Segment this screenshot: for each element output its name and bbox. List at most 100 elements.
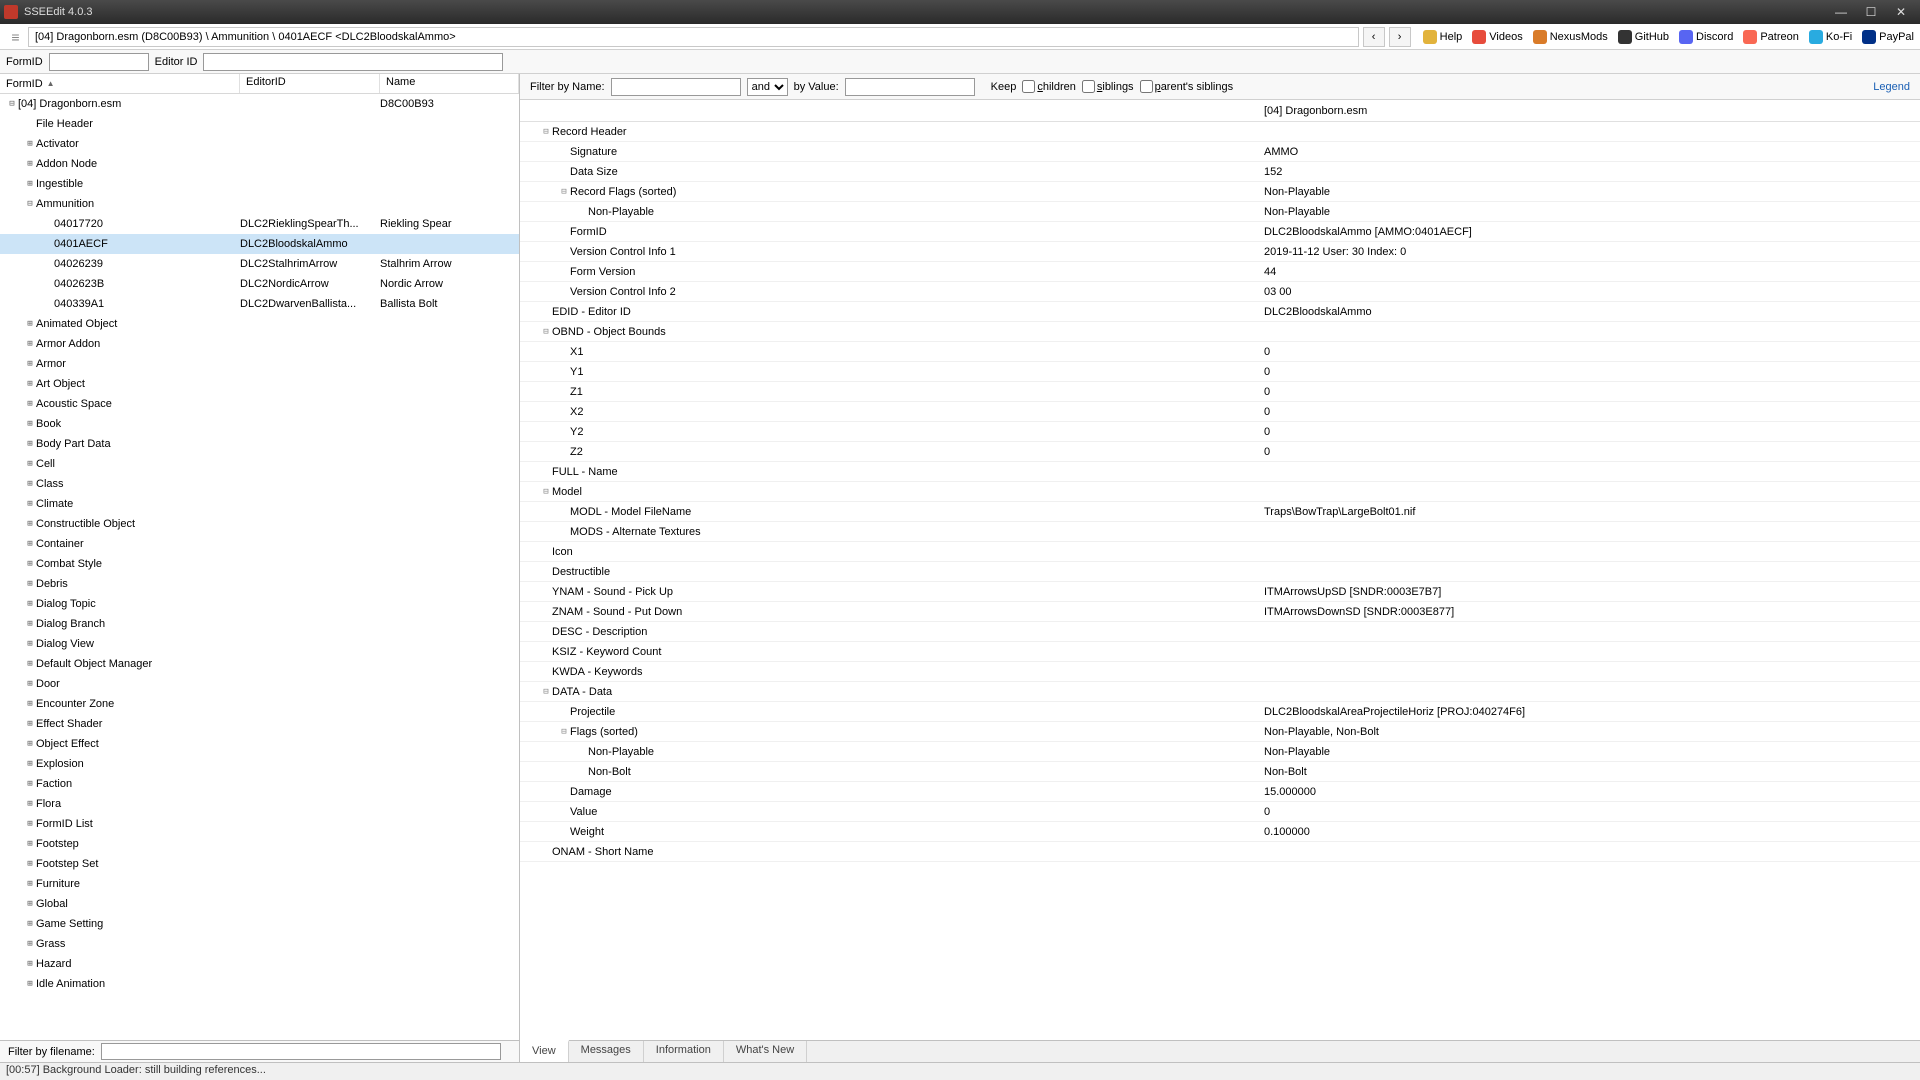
record-row[interactable]: FULL - Name <box>520 462 1920 482</box>
expand-icon[interactable]: ⊞ <box>24 979 36 989</box>
tree-row[interactable]: ⊞Object Effect <box>0 734 519 754</box>
expand-icon[interactable]: ⊞ <box>24 839 36 849</box>
record-row[interactable]: DESC - Description <box>520 622 1920 642</box>
record-row[interactable]: Z20 <box>520 442 1920 462</box>
expand-icon[interactable]: ⊞ <box>24 599 36 609</box>
expand-icon[interactable]: ⊞ <box>24 539 36 549</box>
record-row[interactable]: Weight0.100000 <box>520 822 1920 842</box>
tree-row[interactable]: ⊞Encounter Zone <box>0 694 519 714</box>
tree-row[interactable]: ⊟Ammunition <box>0 194 519 214</box>
record-row[interactable]: ⊟Record Header <box>520 122 1920 142</box>
expand-icon[interactable]: ⊟ <box>558 187 570 197</box>
keep-siblings-checkbox[interactable]: siblings <box>1082 80 1134 93</box>
tree-row[interactable]: ⊞FormID List <box>0 814 519 834</box>
tree-row[interactable]: ⊞Dialog View <box>0 634 519 654</box>
expand-icon[interactable]: ⊞ <box>24 459 36 469</box>
tree-header-name[interactable]: Name <box>380 74 519 93</box>
record-row[interactable]: Icon <box>520 542 1920 562</box>
filter-value-input[interactable] <box>845 78 975 96</box>
expand-icon[interactable]: ⊞ <box>24 919 36 929</box>
nav-link-paypal[interactable]: PayPal <box>1862 30 1914 44</box>
record-row[interactable]: ⊟Model <box>520 482 1920 502</box>
record-row[interactable]: ⊟OBND - Object Bounds <box>520 322 1920 342</box>
record-row[interactable]: Data Size152 <box>520 162 1920 182</box>
expand-icon[interactable]: ⊞ <box>24 959 36 969</box>
expand-icon[interactable]: ⊟ <box>24 199 36 209</box>
record-row[interactable]: YNAM - Sound - Pick UpITMArrowsUpSD [SND… <box>520 582 1920 602</box>
tree-body[interactable]: ⊟[04] Dragonborn.esmD8C00B93File Header⊞… <box>0 94 519 1040</box>
expand-icon[interactable]: ⊟ <box>540 487 552 497</box>
nav-forward-button[interactable]: › <box>1389 27 1411 47</box>
record-row[interactable]: Y10 <box>520 362 1920 382</box>
expand-icon[interactable]: ⊟ <box>558 727 570 737</box>
tree-row[interactable]: ⊞Animated Object <box>0 314 519 334</box>
expand-icon[interactable]: ⊞ <box>24 179 36 189</box>
menu-icon[interactable]: ≡ <box>6 29 24 45</box>
tab-information[interactable]: Information <box>644 1041 724 1062</box>
tree-row[interactable]: 04026239DLC2StalhrimArrowStalhrim Arrow <box>0 254 519 274</box>
expand-icon[interactable]: ⊞ <box>24 799 36 809</box>
tree-row[interactable]: ⊞Game Setting <box>0 914 519 934</box>
record-row[interactable]: Destructible <box>520 562 1920 582</box>
tree-row[interactable]: ⊞Explosion <box>0 754 519 774</box>
formid-input[interactable] <box>49 53 149 71</box>
expand-icon[interactable]: ⊞ <box>24 899 36 909</box>
expand-icon[interactable]: ⊞ <box>24 659 36 669</box>
expand-icon[interactable]: ⊞ <box>24 819 36 829</box>
expand-icon[interactable]: ⊞ <box>24 419 36 429</box>
tree-row[interactable]: ⊞Ingestible <box>0 174 519 194</box>
legend-link[interactable]: Legend <box>1873 81 1910 93</box>
tree-row[interactable]: 0402623BDLC2NordicArrowNordic Arrow <box>0 274 519 294</box>
keep-children-checkbox[interactable]: children <box>1022 80 1076 93</box>
record-row[interactable]: EDID - Editor IDDLC2BloodskalAmmo <box>520 302 1920 322</box>
expand-icon[interactable]: ⊞ <box>24 139 36 149</box>
tree-row[interactable]: ⊞Armor <box>0 354 519 374</box>
filter-name-input[interactable] <box>611 78 741 96</box>
record-row[interactable]: ZNAM - Sound - Put DownITMArrowsDownSD [… <box>520 602 1920 622</box>
expand-icon[interactable]: ⊞ <box>24 479 36 489</box>
record-body[interactable]: ⊟Record HeaderSignatureAMMOData Size152 ⊟… <box>520 122 1920 1040</box>
tree-row[interactable]: 04017720DLC2RieklingSpearTh...Riekling S… <box>0 214 519 234</box>
close-button[interactable]: ✕ <box>1886 2 1916 22</box>
expand-icon[interactable]: ⊞ <box>24 399 36 409</box>
record-row[interactable]: Y20 <box>520 422 1920 442</box>
expand-icon[interactable]: ⊞ <box>24 439 36 449</box>
tree-row[interactable]: ⊞Book <box>0 414 519 434</box>
expand-icon[interactable]: ⊟ <box>540 327 552 337</box>
record-row[interactable]: Non-PlayableNon-Playable <box>520 202 1920 222</box>
tree-row[interactable]: 0401AECFDLC2BloodskalAmmo <box>0 234 519 254</box>
tab-whatsnew[interactable]: What's New <box>724 1041 807 1062</box>
nav-link-help[interactable]: Help <box>1423 30 1463 44</box>
expand-icon[interactable]: ⊞ <box>24 499 36 509</box>
tree-row[interactable]: ⊞Footstep <box>0 834 519 854</box>
record-row[interactable]: Value0 <box>520 802 1920 822</box>
record-row[interactable]: ⊟DATA - Data <box>520 682 1920 702</box>
record-row[interactable]: Damage15.000000 <box>520 782 1920 802</box>
nav-link-ko-fi[interactable]: Ko-Fi <box>1809 30 1852 44</box>
tree-row[interactable]: ⊞Dialog Topic <box>0 594 519 614</box>
breadcrumb[interactable]: [04] Dragonborn.esm (D8C00B93) \ Ammunit… <box>28 27 1359 47</box>
record-row[interactable]: SignatureAMMO <box>520 142 1920 162</box>
expand-icon[interactable]: ⊞ <box>24 679 36 689</box>
record-row[interactable]: Version Control Info 12019-11-12 User: 3… <box>520 242 1920 262</box>
nav-link-nexusmods[interactable]: NexusMods <box>1533 30 1608 44</box>
tree-row[interactable]: ⊞Faction <box>0 774 519 794</box>
tree-row[interactable]: ⊞Debris <box>0 574 519 594</box>
minimize-button[interactable]: — <box>1826 2 1856 22</box>
tree-row[interactable]: ⊞Hazard <box>0 954 519 974</box>
record-row[interactable]: ONAM - Short Name <box>520 842 1920 862</box>
tree-row[interactable]: ⊞Addon Node <box>0 154 519 174</box>
filter-filename-input[interactable] <box>101 1043 501 1060</box>
expand-icon[interactable]: ⊞ <box>24 159 36 169</box>
tree-row[interactable]: ⊞Door <box>0 674 519 694</box>
tree-row[interactable]: ⊞Idle Animation <box>0 974 519 994</box>
tree-row[interactable]: ⊞Class <box>0 474 519 494</box>
expand-icon[interactable]: ⊞ <box>24 579 36 589</box>
keep-parents-checkbox[interactable]: parent's siblings <box>1140 80 1234 93</box>
expand-icon[interactable]: ⊞ <box>24 779 36 789</box>
record-row[interactable]: FormIDDLC2BloodskalAmmo [AMMO:0401AECF] <box>520 222 1920 242</box>
record-row[interactable]: X20 <box>520 402 1920 422</box>
record-row[interactable]: KSIZ - Keyword Count <box>520 642 1920 662</box>
nav-link-videos[interactable]: Videos <box>1472 30 1522 44</box>
maximize-button[interactable]: ☐ <box>1856 2 1886 22</box>
